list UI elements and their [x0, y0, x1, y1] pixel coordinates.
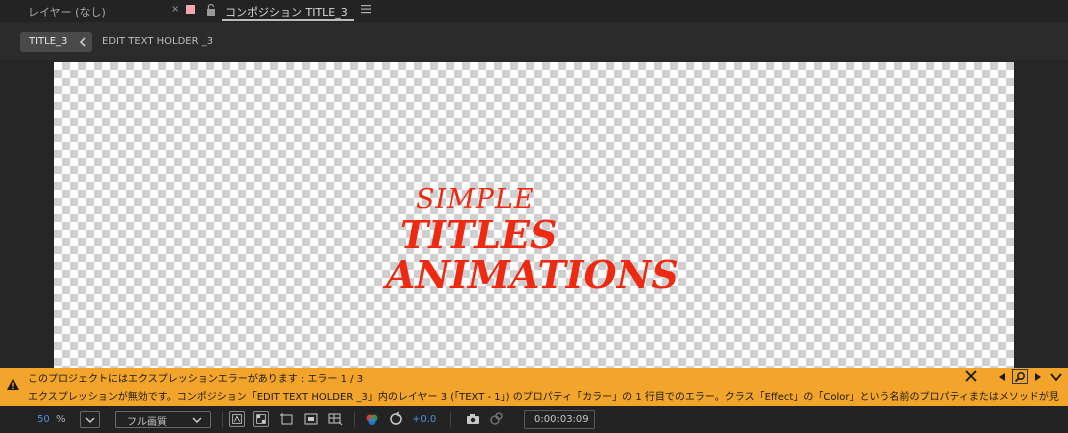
- composition-breadcrumb: TITLE_3 EDIT TEXT HOLDER _3: [0, 22, 1068, 60]
- error-summary-text: このプロジェクトにはエクスプレッションエラーがあります : エラー 1 / 3: [28, 374, 364, 385]
- triangle-right-icon: [1035, 372, 1041, 381]
- zoom-level-value[interactable]: 50: [37, 414, 50, 425]
- show-snapshot-icon[interactable]: [488, 411, 504, 427]
- current-time-display[interactable]: 0:00:03:09: [524, 410, 595, 429]
- active-tab-indicator: [222, 19, 354, 21]
- grid-guides-icon[interactable]: [327, 411, 343, 427]
- breadcrumb-active-label: TITLE_3: [29, 36, 68, 47]
- reveal-error-button[interactable]: [1012, 369, 1028, 384]
- magnifier-icon: [1014, 371, 1025, 382]
- breadcrumb-item-next[interactable]: EDIT TEXT HOLDER _3: [102, 36, 213, 47]
- zoom-dropdown[interactable]: [80, 411, 100, 428]
- resolution-label: フル画質: [127, 417, 167, 428]
- toolbar-divider: [450, 412, 451, 427]
- transparency-canvas[interactable]: SIMPLE TITLES ANIMATIONS: [54, 62, 1014, 368]
- viewer-toolbar: 50 % フル画質 +0.0 0:00:03:09: [0, 406, 1068, 433]
- canvas-text-line-2: TITLES: [400, 212, 558, 257]
- timecode-value: 0:00:03:09: [534, 414, 589, 425]
- lock-icon[interactable]: [205, 3, 217, 17]
- canvas-text-line-3: ANIMATIONS: [386, 252, 679, 297]
- tab-layer-none[interactable]: レイヤー (なし): [28, 4, 106, 20]
- close-icon[interactable]: [963, 369, 979, 384]
- color-channels-icon[interactable]: [364, 411, 380, 427]
- resolution-dropdown[interactable]: フル画質: [115, 411, 211, 428]
- zoom-unit: %: [56, 414, 66, 425]
- toggle-mask-icon[interactable]: [303, 411, 319, 427]
- warning-icon: [7, 379, 19, 390]
- toolbar-divider: [354, 412, 355, 427]
- tab-composition[interactable]: コンポジション TITLE_3: [225, 4, 348, 20]
- exposure-value[interactable]: +0.0: [412, 414, 436, 425]
- panel-tab-bar: レイヤー (なし) × コンポジション TITLE_3: [0, 0, 1068, 22]
- triangle-left-icon: [999, 372, 1005, 381]
- canvas-text-line-1: SIMPLE: [416, 184, 535, 215]
- breadcrumb-item-active[interactable]: TITLE_3: [20, 32, 92, 52]
- fast-previews-icon[interactable]: [229, 411, 245, 427]
- toolbar-divider: [222, 412, 223, 427]
- camera-snapshot-icon[interactable]: [465, 411, 481, 427]
- panel-menu-icon[interactable]: [361, 4, 371, 14]
- expand-error-button[interactable]: [1048, 369, 1064, 384]
- expression-error-bar: このプロジェクトにはエクスプレッションエラーがあります : エラー 1 / 3 …: [0, 368, 1068, 406]
- chevron-left-icon: [79, 37, 86, 47]
- region-of-interest-icon[interactable]: [279, 411, 295, 427]
- error-navigation: [994, 369, 1064, 385]
- reset-exposure-icon[interactable]: [388, 411, 404, 427]
- previous-error-button[interactable]: [994, 369, 1010, 384]
- chevron-down-icon: [192, 417, 202, 423]
- chevron-down-icon: [1050, 372, 1062, 381]
- transparency-grid-icon[interactable]: [253, 411, 269, 427]
- composition-viewer: SIMPLE TITLES ANIMATIONS: [0, 60, 1068, 368]
- chevron-down-icon: [85, 417, 95, 423]
- error-detail-text: エクスプレッションが無効です。コンポジション「EDIT TEXT HOLDER …: [28, 392, 1059, 403]
- next-error-button[interactable]: [1030, 369, 1046, 384]
- comp-color-swatch: [186, 5, 195, 14]
- tab-close-button[interactable]: ×: [171, 4, 179, 15]
